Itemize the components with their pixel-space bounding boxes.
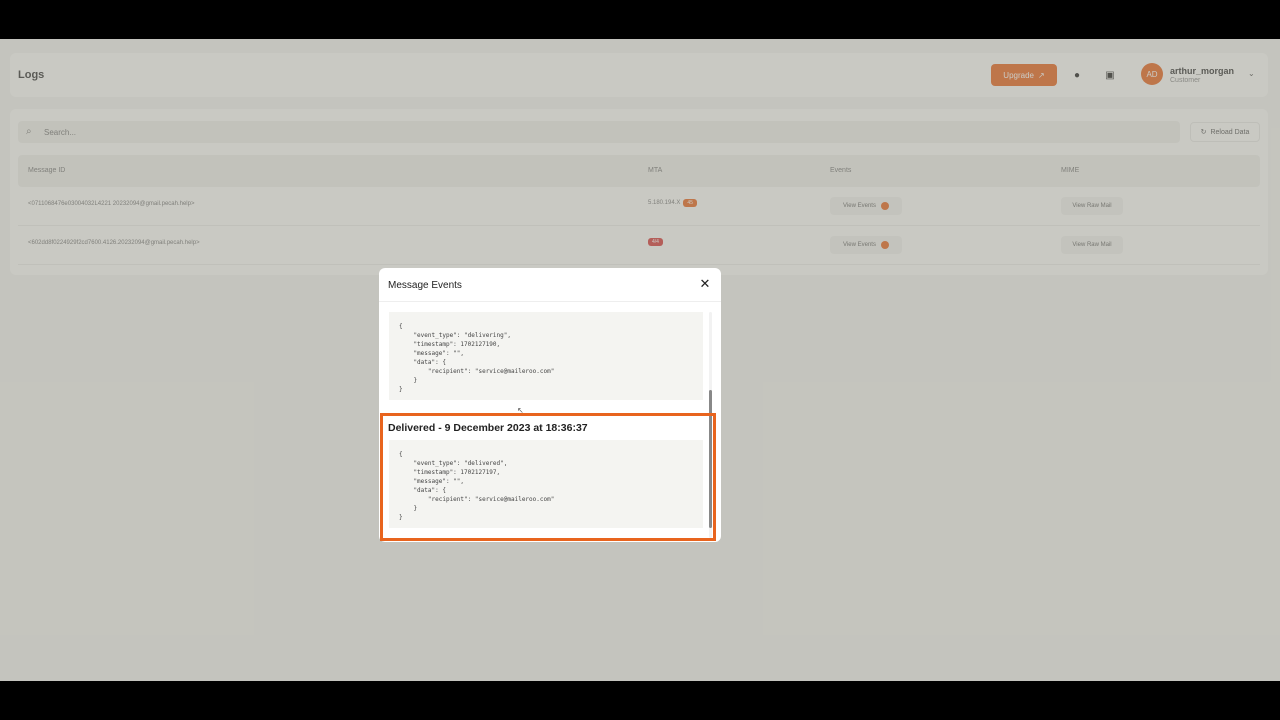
app: Logs Upgrade ↗ ● ▣ AD arthur_morgan Cust…: [0, 39, 1280, 681]
modal-header: Message Events ✕: [379, 268, 721, 302]
letterbox-top: [0, 0, 1280, 39]
event-json-delivering: { "event_type": "delivering", "timestamp…: [389, 312, 703, 400]
highlight-box: [380, 413, 716, 541]
close-icon[interactable]: ✕: [698, 276, 712, 291]
modal-title: Message Events: [388, 280, 462, 291]
letterbox-bottom: [0, 681, 1280, 720]
mouse-cursor-icon: ↖: [517, 406, 524, 415]
